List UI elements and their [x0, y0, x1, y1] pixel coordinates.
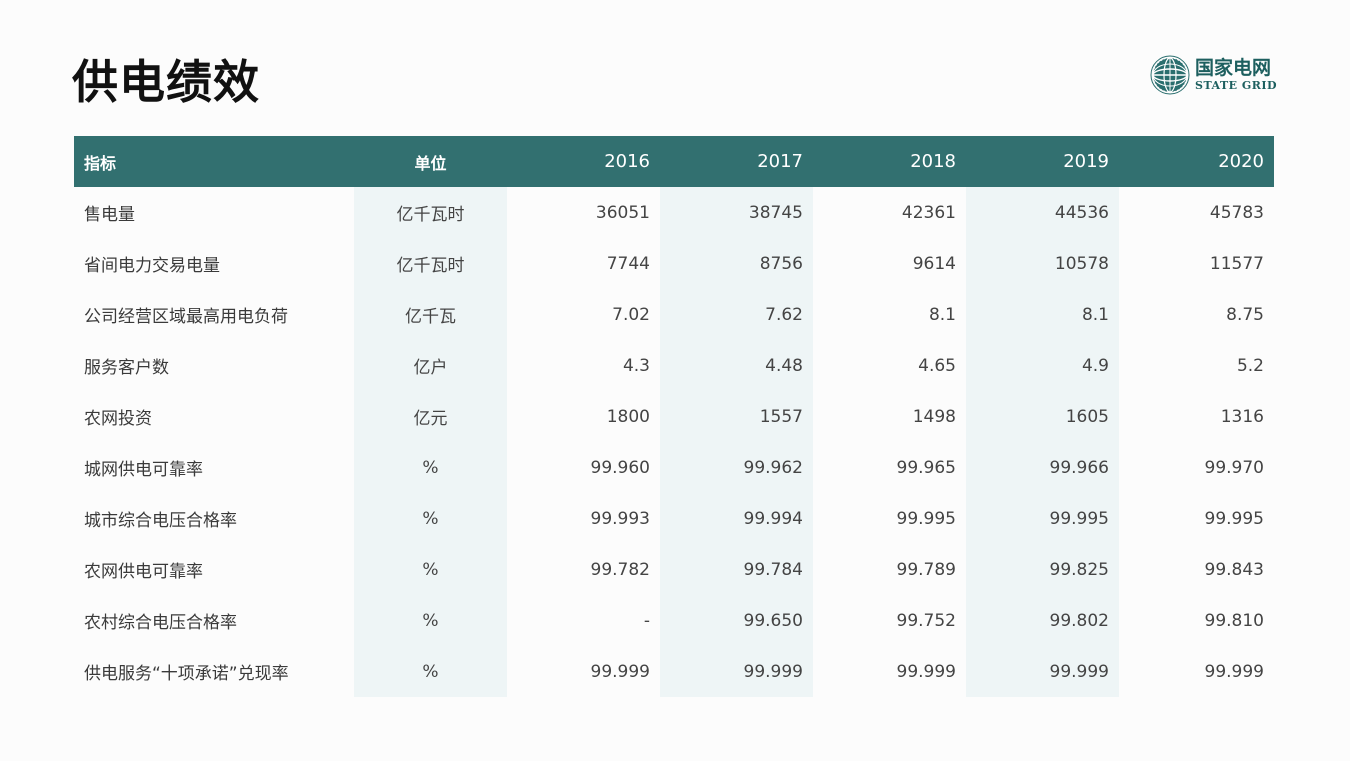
value-cell: 8.1 [966, 289, 1119, 340]
value-cell: 7.62 [660, 289, 813, 340]
value-cell: 8756 [660, 238, 813, 289]
value-cell: 99.966 [966, 442, 1119, 493]
value-cell: 1498 [912, 406, 956, 427]
value-cell: 4.9 [966, 340, 1119, 391]
page-title: 供电绩效 [72, 55, 260, 109]
value-cell: 99.999 [896, 661, 956, 682]
performance-table: 指标 单位 2016 2017 2018 2019 2020 售电量 亿千瓦时 36… [74, 136, 1274, 697]
value-cell: 99.970 [1204, 457, 1264, 478]
logo-name-en: STATE GRID [1195, 79, 1278, 92]
header-unit: 单位 [414, 153, 447, 173]
unit-cell: 亿千瓦 [354, 289, 507, 340]
value-cell: 99.999 [660, 646, 813, 697]
table-header-row: 指标 单位 2016 2017 2018 2019 2020 [74, 136, 1274, 187]
value-cell: 99.960 [590, 457, 650, 478]
header-year: 2017 [757, 151, 803, 172]
value-cell: 99.802 [966, 595, 1119, 646]
unit-cell: % [354, 544, 507, 595]
value-cell: 99.999 [966, 646, 1119, 697]
value-cell: 45783 [1209, 202, 1264, 223]
value-cell: 99.993 [590, 508, 650, 529]
table-row: 省间电力交易电量 亿千瓦时 7744 8756 9614 10578 11577 [74, 238, 1274, 289]
indicator-name-cell: 公司经营区域最高用电负荷 [84, 307, 288, 327]
value-cell: 1557 [660, 391, 813, 442]
header-year: 2020 [1218, 151, 1264, 172]
value-cell: 42361 [901, 202, 956, 223]
indicator-name-cell: 农网投资 [84, 409, 152, 429]
value-cell: 99.825 [966, 544, 1119, 595]
value-cell: 1316 [1220, 406, 1264, 427]
value-cell: 99.650 [660, 595, 813, 646]
table-row: 城网供电可靠率% 99.960 99.962 99.965 99.966 99.970 [74, 442, 1274, 493]
header-year: 2019 [1063, 151, 1109, 172]
value-cell: 99.782 [590, 559, 650, 580]
value-cell: 99.965 [896, 457, 956, 478]
value-cell: 8.75 [1226, 304, 1264, 325]
value-cell: 7744 [606, 253, 650, 274]
unit-cell: 亿户 [354, 340, 507, 391]
indicator-name-cell: 农村综合电压合格率 [84, 613, 237, 633]
table-row: 售电量 亿千瓦时 36051 38745 42361 44536 45783 [74, 187, 1274, 238]
logo-name-cn: 国家电网 [1195, 57, 1272, 79]
state-grid-logo: 国家电网 STATE GRID [1150, 55, 1280, 97]
value-cell: 5.2 [1236, 355, 1264, 376]
unit-cell: % [354, 646, 507, 697]
indicator-name-cell: 供电服务“十项承诺”兑现率 [84, 664, 289, 684]
value-cell: 99.810 [1204, 610, 1264, 631]
value-cell: - [643, 610, 650, 631]
value-cell: 99.999 [590, 661, 650, 682]
indicator-name-cell: 城市综合电压合格率 [84, 511, 237, 531]
unit-cell: % [354, 442, 507, 493]
value-cell: 7.02 [612, 304, 650, 325]
value-cell: 4.3 [622, 355, 650, 376]
value-cell: 38745 [660, 187, 813, 238]
value-cell: 11577 [1209, 253, 1264, 274]
unit-cell: 亿元 [354, 391, 507, 442]
value-cell: 99.843 [1204, 559, 1264, 580]
indicator-name-cell: 售电量 [84, 205, 135, 225]
value-cell: 99.784 [660, 544, 813, 595]
table-row: 城市综合电压合格率% 99.993 99.994 99.995 99.995 99.995 [74, 493, 1274, 544]
globe-emblem-icon [1150, 55, 1190, 95]
indicator-name-cell: 省间电力交易电量 [84, 256, 220, 276]
table-row: 公司经营区域最高用电负荷 亿千瓦 7.02 7.62 8.1 8.1 8.75 [74, 289, 1274, 340]
unit-cell: % [354, 493, 507, 544]
value-cell: 99.994 [660, 493, 813, 544]
table-row: 供电服务“十项承诺”兑现率% 99.999 99.999 99.999 99.999 99… [74, 646, 1274, 697]
value-cell: 10578 [966, 238, 1119, 289]
value-cell: 8.1 [928, 304, 956, 325]
indicator-name-cell: 服务客户数 [84, 358, 169, 378]
value-cell: 36051 [595, 202, 650, 223]
slide-page: 供电绩效 国家电网 STATE GRID 指标 单位 2016 2017 201… [0, 0, 1350, 761]
header-year: 2018 [910, 151, 956, 172]
value-cell: 9614 [912, 253, 956, 274]
value-cell: 99.789 [896, 559, 956, 580]
header-indicator: 指标 [84, 153, 117, 173]
value-cell: 99.995 [1204, 508, 1264, 529]
value-cell: 4.65 [918, 355, 956, 376]
value-cell: 1800 [606, 406, 650, 427]
table-row: 服务客户数 亿户 4.3 4.48 4.65 4.9 5.2 [74, 340, 1274, 391]
value-cell: 4.48 [660, 340, 813, 391]
value-cell: 99.995 [896, 508, 956, 529]
table-row: 农网供电可靠率% 99.782 99.784 99.789 99.825 99.843 [74, 544, 1274, 595]
value-cell: 1605 [966, 391, 1119, 442]
indicator-name-cell: 城网供电可靠率 [84, 460, 203, 480]
table-row: 农网投资 亿元 1800 1557 1498 1605 1316 [74, 391, 1274, 442]
value-cell: 99.999 [1204, 661, 1264, 682]
value-cell: 99.995 [966, 493, 1119, 544]
value-cell: 99.752 [896, 610, 956, 631]
value-cell: 99.962 [660, 442, 813, 493]
indicator-name-cell: 农网供电可靠率 [84, 562, 203, 582]
unit-cell: 亿千瓦时 [354, 187, 507, 238]
value-cell: 44536 [966, 187, 1119, 238]
unit-cell: % [354, 595, 507, 646]
header-year: 2016 [604, 151, 650, 172]
table-body: 售电量 亿千瓦时 36051 38745 42361 44536 45783 省间电力交易电量… [74, 187, 1274, 697]
table-row: 农村综合电压合格率% -99.650 99.752 99.802 99.810 [74, 595, 1274, 646]
unit-cell: 亿千瓦时 [354, 238, 507, 289]
